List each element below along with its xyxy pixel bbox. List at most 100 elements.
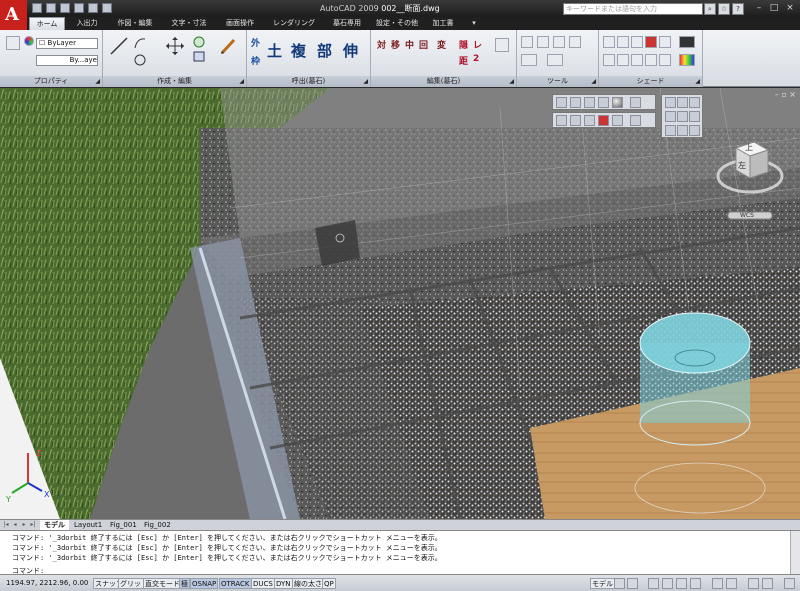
print-icon[interactable]: [74, 3, 84, 13]
material-icon[interactable]: [645, 54, 657, 66]
zoom-icon[interactable]: [521, 36, 533, 48]
new-file-icon[interactable]: [32, 3, 42, 13]
outer-frame-button[interactable]: 外: [251, 36, 260, 49]
comm-center-icon[interactable]: ☆: [718, 3, 730, 15]
view-front-icon[interactable]: [677, 111, 688, 122]
close-button[interactable]: ×: [783, 2, 797, 14]
vs-hidden-icon[interactable]: [584, 97, 595, 108]
tab-render[interactable]: レンダリング: [265, 17, 323, 30]
hide-button[interactable]: 隠: [459, 38, 468, 51]
rt-material-icon[interactable]: [598, 115, 609, 126]
view-sw-iso-icon[interactable]: [665, 125, 676, 136]
tab-settings[interactable]: 設定・その他: [371, 17, 423, 30]
realistic-icon[interactable]: [645, 36, 657, 48]
center-button[interactable]: 中: [405, 38, 414, 51]
wireframe-icon[interactable]: [617, 36, 629, 48]
tab-fig-001[interactable]: Fig_001: [106, 520, 141, 530]
dimension-icon[interactable]: [521, 54, 537, 66]
view-left-icon[interactable]: [689, 97, 700, 108]
measure-icon[interactable]: [547, 54, 563, 66]
vs-conceptual-icon[interactable]: [612, 97, 623, 108]
match-properties-icon[interactable]: [6, 36, 20, 50]
help-icon[interactable]: ?: [732, 3, 744, 15]
layer-gs-button[interactable]: レ: [473, 38, 482, 51]
tab-draw-edit[interactable]: 作図・編集: [109, 17, 161, 30]
palette-icon[interactable]: [679, 54, 695, 66]
change-button[interactable]: 変: [437, 38, 446, 51]
find-icon[interactable]: [537, 36, 549, 48]
pan-icon[interactable]: [648, 578, 659, 589]
save-icon[interactable]: [60, 3, 70, 13]
tab-text-dim[interactable]: 文字・寸法: [163, 17, 215, 30]
clean-screen-icon[interactable]: [784, 578, 795, 589]
viewcube[interactable]: 上 左 WCS: [710, 130, 790, 220]
viewport-restore-icon[interactable]: ▫: [781, 90, 786, 99]
first-tab-icon[interactable]: |◂: [2, 521, 10, 529]
coordinate-readout[interactable]: 1194.97, 2212.96, 0.00: [6, 579, 88, 587]
panel-title-shade[interactable]: シェード ◢: [599, 76, 702, 87]
vs-3d-wire-icon[interactable]: [570, 97, 581, 108]
panel-title-properties[interactable]: プロパティ ◢: [0, 76, 102, 87]
line-icon[interactable]: [109, 36, 129, 56]
layout-view-icon[interactable]: [614, 578, 625, 589]
duplicate-button[interactable]: 複: [291, 40, 306, 61]
tab-io[interactable]: 入出力: [67, 17, 107, 30]
ducs-toggle[interactable]: DUCS: [251, 578, 275, 589]
rt-light-icon[interactable]: [570, 115, 581, 126]
part-button[interactable]: 部: [317, 40, 332, 61]
visual-style-icon[interactable]: [679, 36, 695, 48]
conceptual-icon[interactable]: [659, 36, 671, 48]
layout-list-icon[interactable]: [627, 578, 638, 589]
steering-wheel-icon[interactable]: [676, 578, 687, 589]
redo-icon[interactable]: [102, 3, 112, 13]
wcs-label[interactable]: WCS: [740, 212, 754, 219]
polar-toggle[interactable]: 極: [179, 578, 190, 589]
viewport-minimize-icon[interactable]: –: [775, 90, 779, 99]
dyn-toggle[interactable]: DYN: [274, 578, 293, 589]
tab-model[interactable]: モデル: [40, 520, 69, 530]
view-back-icon[interactable]: [689, 111, 700, 122]
symmetry-button[interactable]: 対: [377, 38, 386, 51]
render-icon[interactable]: [603, 54, 615, 66]
model-viewport[interactable]: Z Y X – ▫ × 上 左 WCS: [0, 88, 800, 519]
rotate-gs-button[interactable]: 回: [419, 38, 428, 51]
earth-button[interactable]: 土: [267, 40, 282, 61]
tab-home[interactable]: ホーム: [29, 17, 65, 30]
search-input[interactable]: キーワードまたは語句を入力: [563, 3, 703, 15]
view-ne-iso-icon[interactable]: [689, 125, 700, 136]
color-wheel-icon[interactable]: [24, 36, 34, 46]
light-icon[interactable]: [617, 54, 629, 66]
view-se-iso-icon[interactable]: [677, 125, 688, 136]
lock-icon[interactable]: [762, 578, 773, 589]
ortho-toggle[interactable]: 直交モード: [143, 578, 182, 589]
vs-realistic-icon[interactable]: [598, 97, 609, 108]
workspace-icon[interactable]: [748, 578, 759, 589]
layer-combo[interactable]: ☐ ByLayer: [36, 38, 98, 49]
minimize-button[interactable]: –: [752, 2, 766, 14]
panel-title-call[interactable]: 呼出(墓石) ◢: [247, 76, 370, 87]
tab-gravestone[interactable]: 墓石専用: [325, 17, 369, 30]
panel-title-create-edit[interactable]: 作成・編集 ◢: [103, 76, 246, 87]
app-menu-logo[interactable]: A: [0, 0, 27, 30]
panel-title-tools[interactable]: ツール ◢: [517, 76, 598, 87]
viewport-close-icon[interactable]: ×: [789, 90, 796, 99]
view-top-icon[interactable]: [665, 97, 676, 108]
paste-icon[interactable]: [495, 38, 509, 52]
annotation-scale-icon[interactable]: [712, 578, 723, 589]
ribbon-minimize-icon[interactable]: ▾: [469, 17, 479, 30]
tab-view[interactable]: 画面操作: [217, 17, 263, 30]
lineweight-toggle[interactable]: 線の太さ: [292, 578, 324, 589]
linetype-combo[interactable]: By...aye: [36, 55, 98, 66]
move-gs-button[interactable]: 移: [391, 38, 400, 51]
move-icon[interactable]: [165, 36, 185, 56]
hidden-icon[interactable]: [631, 36, 643, 48]
rt-sun-icon[interactable]: [584, 115, 595, 126]
open-file-icon[interactable]: [46, 3, 56, 13]
next-tab-icon[interactable]: ▸: [20, 521, 28, 529]
osnap-toggle[interactable]: OSNAP: [190, 578, 219, 589]
vs-manager-icon[interactable]: [630, 97, 641, 108]
tab-layout1[interactable]: Layout1: [70, 520, 106, 530]
background-icon[interactable]: [659, 54, 671, 66]
zoom-status-icon[interactable]: [662, 578, 673, 589]
polyline-icon[interactable]: [133, 36, 147, 50]
